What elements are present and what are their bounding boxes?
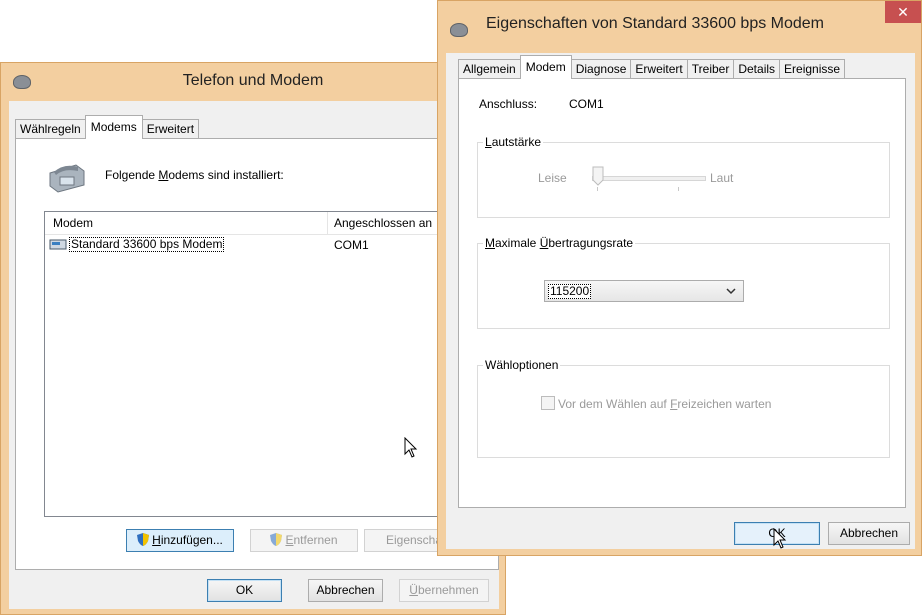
- installed-modems-label: Folgende Modems sind installiert:: [105, 168, 284, 182]
- modems-tab-panel: Folgende Modems sind installiert: Modem …: [15, 138, 504, 570]
- tab-allgemein[interactable]: Allgemein: [458, 59, 521, 79]
- apply-button[interactable]: Übernehmen: [399, 579, 489, 602]
- telefon-und-modem-window[interactable]: Telefon und Modem Wählregeln Modems Erwe…: [0, 62, 506, 615]
- volume-low-label: Leise: [538, 171, 567, 185]
- table-row[interactable]: Standard 33600 bps Modem COM1: [45, 235, 503, 253]
- tab-ereignisse[interactable]: Ereignisse: [779, 59, 846, 79]
- dial-options-group: Wähloptionen Vor dem Wählen auf Freizeic…: [477, 358, 890, 458]
- window-title: Telefon und Modem: [182, 72, 324, 89]
- modem-properties-window[interactable]: Eigenschaften von Standard 33600 bps Mod…: [437, 0, 922, 556]
- modem-port-cell: COM1: [334, 238, 369, 252]
- rate-group-title: Maximale Übertragungsrate: [483, 236, 636, 250]
- port-label: Anschluss:: [479, 97, 538, 111]
- modem-list[interactable]: Modem Angeschlossen an Standard 33600 bp…: [44, 211, 504, 517]
- chevron-down-icon: [726, 288, 736, 295]
- cancel-button[interactable]: Abbrechen: [308, 579, 383, 602]
- list-header: Modem Angeschlossen an: [45, 212, 503, 235]
- mouse-cursor-icon: [404, 437, 418, 458]
- tab-erweitert[interactable]: Erweitert: [630, 59, 688, 79]
- tab-strip: Allgemein Modem Diagnose Erweitert Treib…: [458, 55, 846, 79]
- title-bar[interactable]: Telefon und Modem: [1, 63, 505, 99]
- uac-shield-icon: [137, 533, 150, 546]
- mouse-cursor-icon: [773, 528, 787, 549]
- tab-treiber[interactable]: Treiber: [686, 59, 735, 79]
- modem-tab-panel: Anschluss: COM1 Lautstärke Leise Laut Ma…: [458, 78, 906, 508]
- tab-erweitert[interactable]: Erweitert: [141, 119, 200, 139]
- tab-details[interactable]: Details: [733, 59, 781, 79]
- checkbox-box[interactable]: [541, 396, 555, 410]
- tab-strip: Wählregeln Modems Erweitert: [15, 115, 200, 139]
- modem-app-icon: [450, 23, 468, 37]
- window-title: Eigenschaften von Standard 33600 bps Mod…: [486, 15, 825, 32]
- dialog-client: Allgemein Modem Diagnose Erweitert Treib…: [446, 53, 915, 549]
- volume-slider[interactable]: [592, 161, 706, 191]
- column-connected[interactable]: Angeschlossen an: [334, 216, 432, 230]
- column-modem[interactable]: Modem: [53, 216, 93, 230]
- tab-waehlregeln[interactable]: Wählregeln: [15, 119, 86, 139]
- volume-group-title: Lautstärke: [483, 135, 544, 149]
- modem-name-cell: Standard 33600 bps Modem: [69, 237, 225, 252]
- ok-button[interactable]: OK: [207, 579, 282, 602]
- volume-group: Lautstärke Leise Laut: [477, 135, 890, 218]
- dialog-client: Wählregeln Modems Erweitert Folgende Mod…: [9, 101, 504, 609]
- dial-tone-label: Vor dem Wählen auf Freizeichen warten: [558, 397, 772, 411]
- close-icon[interactable]: ✕: [885, 1, 921, 23]
- tab-diagnose[interactable]: Diagnose: [570, 59, 632, 79]
- rate-select-value: 115200: [548, 284, 592, 299]
- volume-high-label: Laut: [710, 171, 734, 185]
- uac-shield-icon: [270, 533, 283, 546]
- dial-tone-checkbox[interactable]: Vor dem Wählen auf Freizeichen warten: [541, 396, 771, 411]
- tab-modem[interactable]: Modem: [519, 55, 572, 79]
- rate-select[interactable]: 115200: [544, 280, 744, 302]
- port-value: COM1: [569, 97, 604, 111]
- tab-modems[interactable]: Modems: [84, 115, 143, 139]
- rate-group: Maximale Übertragungsrate 115200: [477, 236, 890, 329]
- slider-thumb-icon[interactable]: [592, 166, 604, 186]
- modem-small-icon: [49, 239, 67, 250]
- cancel-button[interactable]: Abbrechen: [828, 522, 910, 545]
- telephone-icon: [49, 164, 85, 193]
- remove-button[interactable]: Entfernen: [250, 529, 358, 552]
- dial-options-title: Wähloptionen: [483, 358, 561, 372]
- add-button[interactable]: Hinzufügen...: [126, 529, 234, 552]
